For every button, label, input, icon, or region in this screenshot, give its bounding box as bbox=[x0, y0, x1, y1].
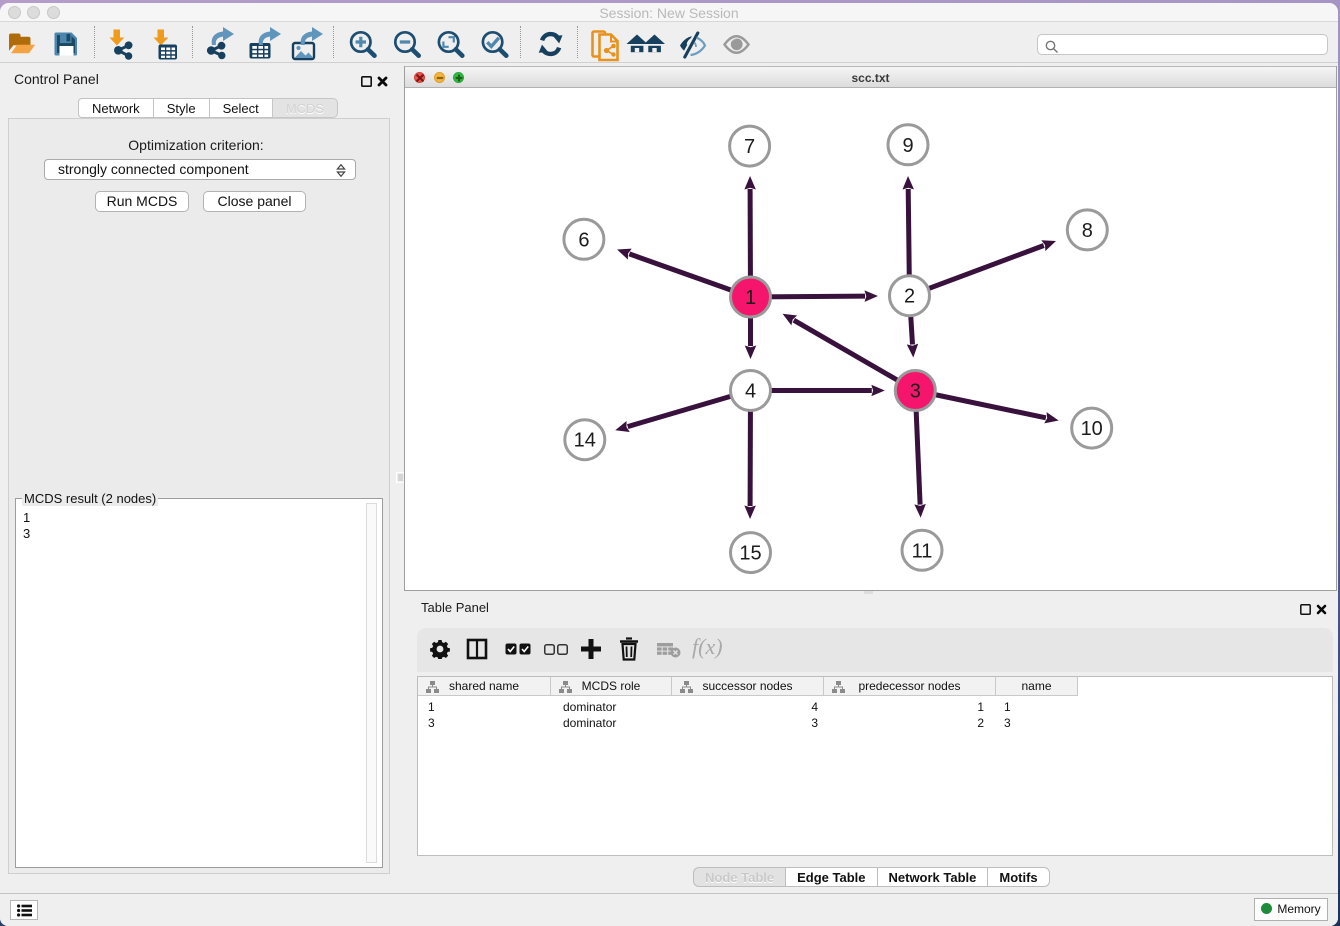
svg-text:3: 3 bbox=[910, 381, 921, 403]
svg-text:9: 9 bbox=[902, 135, 913, 157]
svg-text:2: 2 bbox=[904, 286, 915, 308]
svg-text:1: 1 bbox=[745, 287, 756, 309]
svg-text:10: 10 bbox=[1081, 418, 1103, 440]
svg-text:8: 8 bbox=[1082, 220, 1093, 242]
svg-text:4: 4 bbox=[745, 381, 756, 403]
svg-text:7: 7 bbox=[744, 136, 755, 158]
svg-text:14: 14 bbox=[574, 430, 596, 452]
svg-text:15: 15 bbox=[739, 543, 761, 565]
svg-text:6: 6 bbox=[578, 229, 589, 251]
svg-text:11: 11 bbox=[912, 540, 933, 562]
